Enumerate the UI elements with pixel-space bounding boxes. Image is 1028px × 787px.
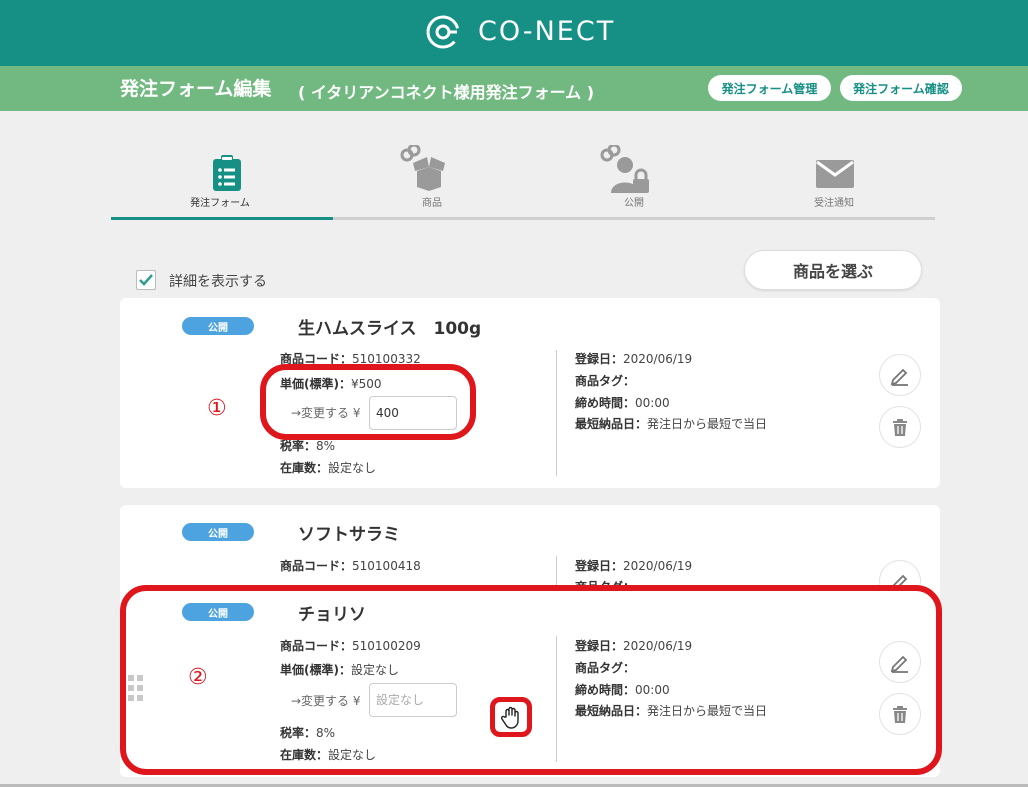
box-link-icon bbox=[400, 145, 445, 191]
earliest-delivery: 最短納品日：発注日から最短で当日 bbox=[575, 417, 768, 431]
annotation-cursor-box bbox=[490, 697, 532, 737]
select-products-button[interactable]: 商品を選ぶ bbox=[744, 250, 922, 290]
page-subtitle: ( イタリアンコネクト様用発注フォーム ) bbox=[298, 83, 595, 102]
tab-order-notification[interactable]: 受注通知 bbox=[731, 145, 937, 221]
deadline-time: 締め時間：00:00 bbox=[575, 396, 670, 410]
product-code: 商品コード：510100418 bbox=[280, 559, 421, 573]
logo-text: CO-NECT bbox=[478, 16, 616, 47]
product-name: 生ハムスライス 100g bbox=[298, 319, 482, 339]
logo: CO-NECT bbox=[424, 13, 615, 51]
tab-publish-label: 公開 bbox=[624, 198, 644, 209]
status-badge: 公開 bbox=[182, 523, 254, 541]
status-badge: 公開 bbox=[182, 317, 254, 335]
tab-products[interactable]: 商品 bbox=[329, 145, 535, 221]
tab-order-notification-label: 受注通知 bbox=[814, 198, 854, 209]
pencil-icon bbox=[890, 368, 908, 386]
check-icon bbox=[139, 274, 153, 286]
clipboard-list-icon bbox=[213, 155, 241, 191]
conect-logo-icon bbox=[426, 15, 460, 49]
edit-button[interactable] bbox=[879, 354, 921, 396]
product-name: ソフトサラミ bbox=[298, 525, 400, 545]
annotation-outline-1 bbox=[260, 364, 476, 440]
registration-date: 登録日：2020/06/19 bbox=[575, 352, 693, 366]
annotation-outline-2 bbox=[120, 585, 942, 775]
tab-order-form-label: 発注フォーム bbox=[190, 198, 250, 209]
annotation-number-1: ① bbox=[207, 396, 227, 421]
tab-order-form[interactable]: 発注フォーム bbox=[117, 145, 323, 221]
step-tabs: 発注フォーム 商品 公開 受注通知 bbox=[111, 145, 935, 221]
form-confirm-button[interactable]: 発注フォーム確認 bbox=[840, 75, 962, 101]
page-title: 発注フォーム編集 bbox=[120, 78, 272, 100]
envelope-icon bbox=[816, 160, 854, 188]
stock-count: 在庫数：設定なし bbox=[280, 461, 377, 475]
user-lock-icon bbox=[600, 145, 649, 193]
show-details-label: 詳細を表示する bbox=[169, 274, 267, 290]
form-manage-button[interactable]: 発注フォーム管理 bbox=[708, 75, 831, 101]
grab-hand-icon bbox=[500, 706, 519, 729]
step-track-active bbox=[111, 217, 333, 220]
product-tag: 商品タグ： bbox=[575, 374, 636, 388]
registration-date: 登録日：2020/06/19 bbox=[575, 559, 693, 573]
show-details-checkbox[interactable] bbox=[136, 270, 156, 290]
card-divider bbox=[556, 350, 557, 476]
tab-publish[interactable]: 公開 bbox=[531, 145, 737, 221]
annotation-number-2: ② bbox=[188, 665, 208, 690]
trash-icon bbox=[893, 419, 907, 436]
delete-button[interactable] bbox=[879, 406, 921, 448]
tab-products-label: 商品 bbox=[422, 198, 442, 209]
product-card bbox=[120, 505, 940, 595]
